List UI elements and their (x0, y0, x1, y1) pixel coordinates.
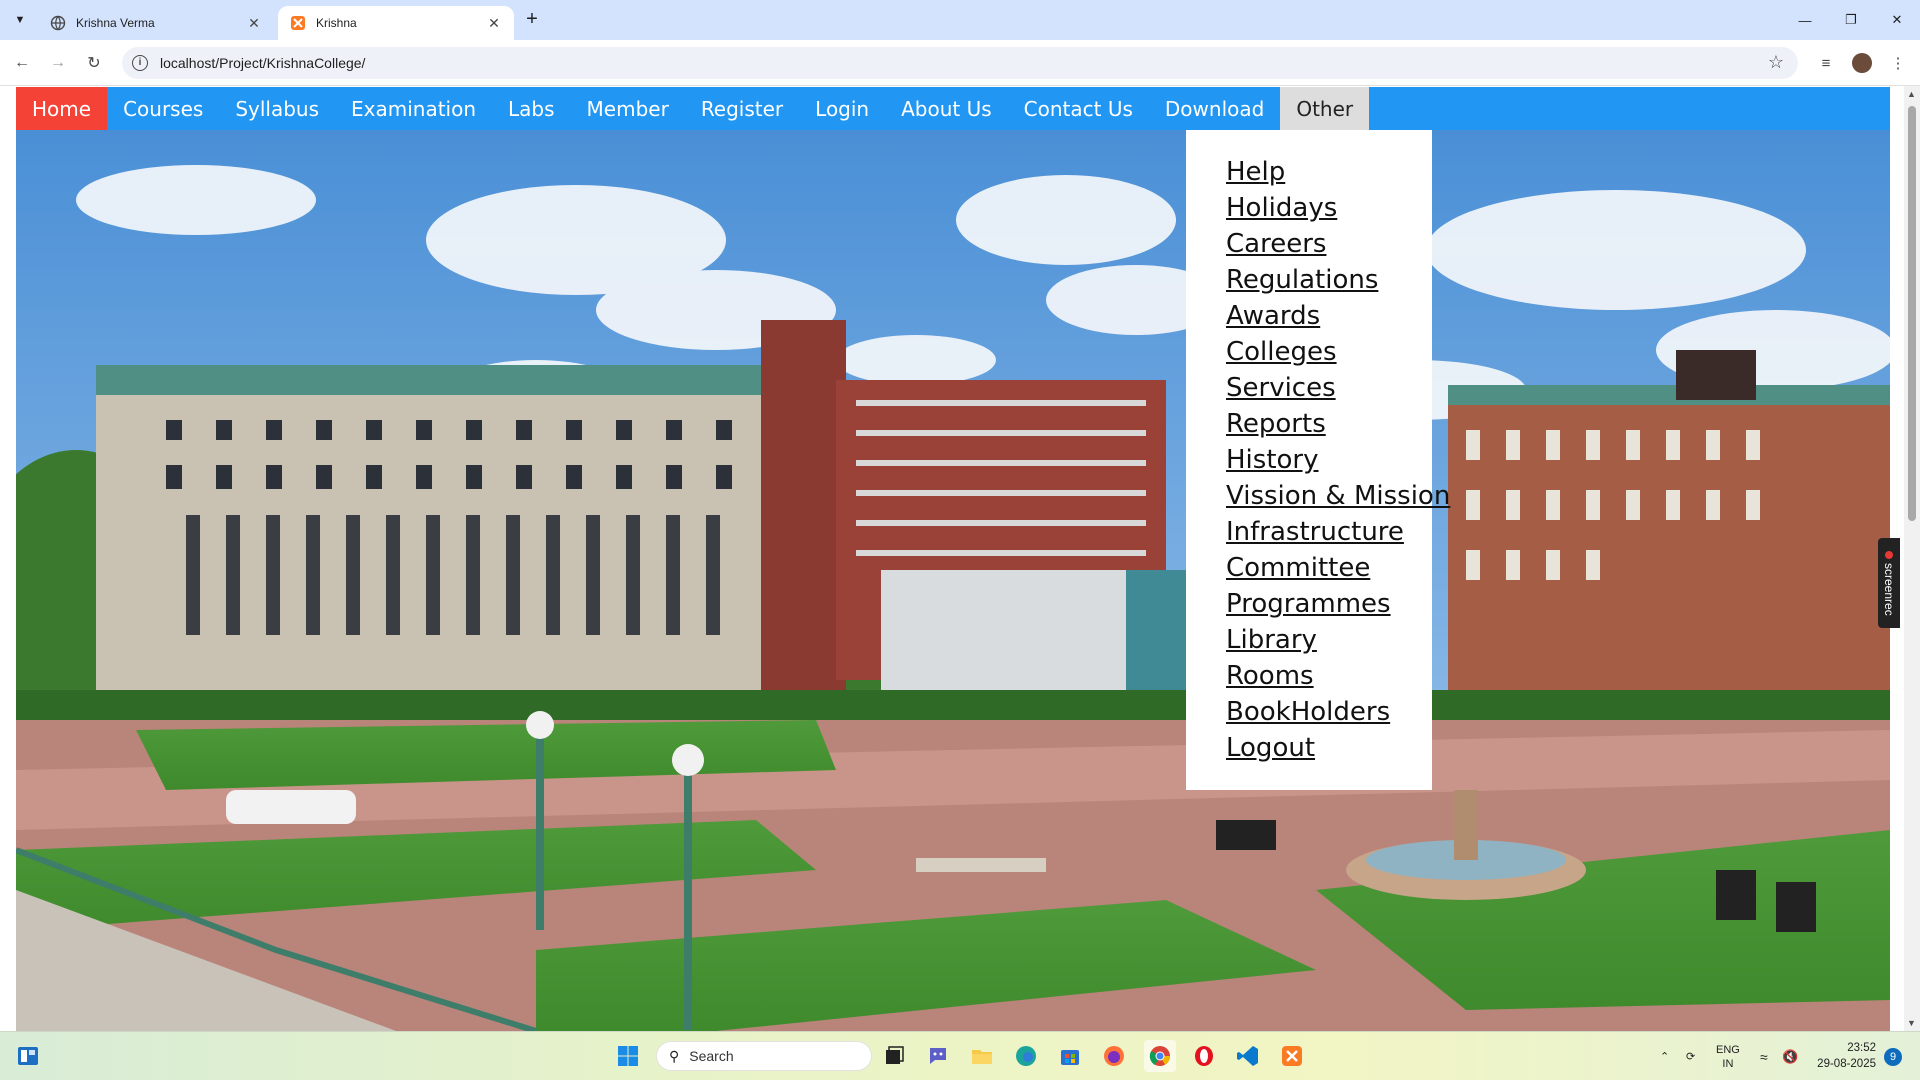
menu-item-bookholders[interactable]: BookHolders (1186, 694, 1432, 730)
tab-search-icon[interactable]: ▼ (8, 8, 32, 32)
media-control-icon[interactable]: ≡ (1814, 51, 1838, 75)
search-placeholder: Search (689, 1048, 734, 1064)
reload-icon[interactable]: ↻ (82, 51, 106, 75)
nav-courses[interactable]: Courses (107, 87, 219, 130)
tab-title: Krishna (316, 16, 357, 30)
windows-taskbar: ⚲ Search ⌃ ⟳ ENG IN ≈ 🔇 23:52 29-08-2025… (0, 1031, 1920, 1080)
nav-labs[interactable]: Labs (492, 87, 571, 130)
vscode-icon[interactable] (1232, 1040, 1264, 1072)
record-dot-icon (1885, 550, 1893, 559)
menu-item-reports[interactable]: Reports (1186, 406, 1432, 442)
site-navbar: Home Courses Syllabus Examination Labs M… (16, 87, 1890, 130)
widgets-icon[interactable] (12, 1040, 44, 1072)
menu-item-logout[interactable]: Logout (1186, 730, 1432, 766)
close-tab-icon[interactable]: ✕ (486, 15, 502, 31)
url-text[interactable]: localhost/Project/KrishnaCollege/ (160, 55, 365, 71)
page-viewport: Home Courses Syllabus Examination Labs M… (0, 86, 1920, 1031)
back-icon[interactable]: ← (10, 51, 34, 75)
close-tab-icon[interactable]: ✕ (246, 15, 262, 31)
sync-icon[interactable]: ⟳ (1686, 1032, 1695, 1081)
other-dropdown-menu: Help Holidays Careers Regulations Awards… (1186, 130, 1450, 790)
menu-item-awards[interactable]: Awards (1186, 298, 1432, 334)
chrome-icon[interactable] (1144, 1040, 1176, 1072)
edge-icon[interactable] (1010, 1040, 1042, 1072)
browser-tab-active[interactable]: Krishna ✕ (278, 6, 514, 40)
system-clock[interactable]: 23:52 29-08-2025 (1806, 1040, 1876, 1072)
menu-item-holidays[interactable]: Holidays (1186, 190, 1432, 226)
restore-icon[interactable]: ❐ (1828, 0, 1874, 40)
start-windows-icon[interactable] (612, 1040, 644, 1072)
nav-member[interactable]: Member (571, 87, 685, 130)
browser-toolbar: ← → ↻ i localhost/Project/KrishnaCollege… (0, 40, 1920, 86)
globe-icon (50, 15, 66, 31)
nav-examination[interactable]: Examination (335, 87, 492, 130)
menu-item-colleges[interactable]: Colleges (1186, 334, 1432, 370)
opera-icon[interactable] (1188, 1040, 1220, 1072)
screenrec-label: screenrec (1882, 562, 1896, 616)
clock-time: 23:52 (1847, 1042, 1876, 1054)
tab-title: Krishna Verma (76, 16, 155, 30)
minimize-icon[interactable]: — (1782, 0, 1828, 40)
site-info-icon[interactable]: i (132, 55, 148, 71)
screenrec-overlay-button[interactable]: screenrec (1878, 538, 1900, 628)
nav-login[interactable]: Login (799, 87, 885, 130)
nav-other[interactable]: Other (1280, 87, 1370, 130)
menu-item-regulations[interactable]: Regulations (1186, 262, 1432, 298)
bookmark-star-icon[interactable]: ☆ (1768, 52, 1784, 73)
lang-text: ENG (1716, 1043, 1740, 1056)
scroll-down-icon[interactable]: ▼ (1907, 1018, 1916, 1028)
xampp-icon (290, 15, 306, 31)
menu-item-library[interactable]: Library (1186, 622, 1432, 658)
profile-avatar[interactable] (1852, 53, 1872, 73)
scroll-up-icon[interactable]: ▲ (1907, 89, 1916, 99)
menu-item-infrastructure[interactable]: Infrastructure (1186, 514, 1432, 550)
menu-item-vission-mission[interactable]: Vission & Mission (1186, 478, 1450, 514)
menu-item-history[interactable]: History (1186, 442, 1432, 478)
volume-muted-icon[interactable]: 🔇 (1782, 1032, 1798, 1081)
nav-home[interactable]: Home (16, 87, 108, 130)
microsoft-store-icon[interactable] (1054, 1040, 1086, 1072)
browser-tab-strip: ▼ Krishna Verma ✕ Krishna ✕ + — ❐ ✕ (0, 0, 1920, 40)
page-scrollbar[interactable]: ▲ ▼ (1904, 86, 1920, 1031)
search-icon: ⚲ (669, 1047, 680, 1064)
nav-contact-us[interactable]: Contact Us (1008, 87, 1149, 130)
address-bar[interactable]: i localhost/Project/KrishnaCollege/ ☆ (122, 47, 1798, 79)
browser-tab[interactable]: Krishna Verma ✕ (38, 6, 274, 40)
menu-kebab-icon[interactable]: ⋮ (1886, 51, 1910, 75)
notification-badge[interactable]: 9 (1884, 1048, 1902, 1066)
new-tab-button[interactable]: + (520, 8, 544, 32)
nav-download[interactable]: Download (1149, 87, 1280, 130)
clock-date: 29-08-2025 (1817, 1058, 1876, 1070)
teams-chat-icon[interactable] (922, 1040, 954, 1072)
menu-item-rooms[interactable]: Rooms (1186, 658, 1432, 694)
menu-item-committee[interactable]: Committee (1186, 550, 1432, 586)
campus-hero-image (16, 130, 1890, 1031)
menu-item-careers[interactable]: Careers (1186, 226, 1432, 262)
close-window-icon[interactable]: ✕ (1874, 0, 1920, 40)
forward-icon[interactable]: → (46, 51, 70, 75)
region-text: IN (1722, 1057, 1734, 1070)
file-explorer-icon[interactable] (966, 1040, 998, 1072)
menu-item-help[interactable]: Help (1186, 154, 1432, 190)
scrollbar-thumb[interactable] (1908, 106, 1916, 521)
nav-register[interactable]: Register (685, 87, 799, 130)
taskbar-search-input[interactable]: ⚲ Search (656, 1041, 872, 1071)
wifi-icon[interactable]: ≈ (1760, 1032, 1768, 1081)
firefox-icon[interactable] (1098, 1040, 1130, 1072)
show-hidden-icons[interactable]: ⌃ (1660, 1032, 1669, 1081)
menu-item-services[interactable]: Services (1186, 370, 1432, 406)
xampp-icon[interactable] (1276, 1040, 1308, 1072)
nav-about-us[interactable]: About Us (885, 87, 1008, 130)
language-indicator[interactable]: ENG IN (1716, 1032, 1740, 1081)
task-view-icon[interactable] (878, 1040, 910, 1072)
menu-item-programmes[interactable]: Programmes (1186, 586, 1432, 622)
nav-syllabus[interactable]: Syllabus (219, 87, 335, 130)
